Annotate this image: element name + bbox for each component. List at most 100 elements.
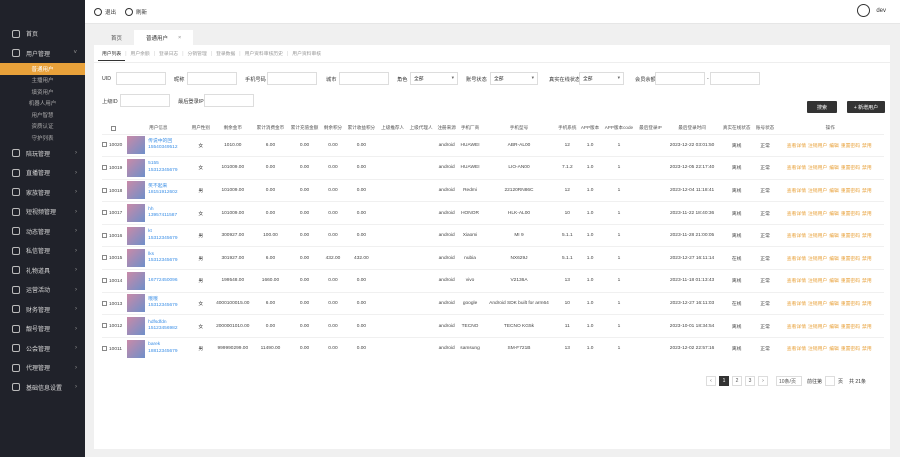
sidebar-subitem[interactable]: 填资用户 xyxy=(0,86,85,98)
action-link[interactable]: 查看详情 xyxy=(787,347,806,352)
action-link[interactable]: 编辑 xyxy=(829,212,839,217)
action-link[interactable]: 注销用户 xyxy=(808,189,827,194)
uid-input[interactable] xyxy=(116,72,166,85)
logout-button[interactable]: 退出 xyxy=(94,7,116,16)
action-link[interactable]: 注销用户 xyxy=(808,257,827,262)
sidebar-subitem[interactable]: 用户智慧 xyxy=(0,109,85,121)
action-link[interactable]: 重置密码 xyxy=(841,325,860,330)
sidebar-item[interactable]: 礼物道具 › xyxy=(0,261,85,281)
action-link[interactable]: 注销用户 xyxy=(808,279,827,284)
action-link[interactable]: 查看详情 xyxy=(787,189,806,194)
action-link[interactable]: 注销用户 xyxy=(808,212,827,217)
action-link[interactable]: 禁用 xyxy=(862,212,872,217)
subnav-tab[interactable]: 登录数据 xyxy=(212,50,239,57)
action-link[interactable]: 禁用 xyxy=(862,257,872,262)
sidebar-item[interactable]: 短视频管理 › xyxy=(0,202,85,222)
subnav-tab[interactable]: 用户余额 xyxy=(127,50,154,57)
row-checkbox[interactable] xyxy=(102,232,107,238)
sidebar-item[interactable]: 私信管理 › xyxy=(0,241,85,261)
action-link[interactable]: 查看详情 xyxy=(787,302,806,307)
sidebar-item[interactable]: 首页 xyxy=(0,24,85,44)
row-checkbox[interactable] xyxy=(102,323,107,329)
action-link[interactable]: 重置密码 xyxy=(841,257,860,262)
action-link[interactable]: 编辑 xyxy=(829,279,839,284)
select-all-checkbox[interactable] xyxy=(111,125,117,131)
action-link[interactable]: 注销用户 xyxy=(808,325,827,330)
tab-home[interactable]: 首页 xyxy=(99,30,134,45)
action-link[interactable]: 禁用 xyxy=(862,189,872,194)
sidebar-subitem[interactable]: 主播用户 xyxy=(0,75,85,87)
page-1-button[interactable]: 1 xyxy=(719,376,729,386)
nickname-input[interactable] xyxy=(187,72,237,85)
balance-max-input[interactable] xyxy=(710,72,760,85)
city-input[interactable] xyxy=(339,72,389,85)
action-link[interactable]: 重置密码 xyxy=(841,234,860,239)
close-icon[interactable]: × xyxy=(178,35,181,41)
action-link[interactable]: 查看详情 xyxy=(787,144,806,149)
action-link[interactable]: 重置密码 xyxy=(841,212,860,217)
subnav-tab[interactable]: 分销管理 xyxy=(184,50,211,57)
action-link[interactable]: 禁用 xyxy=(862,166,872,171)
action-link[interactable]: 注销用户 xyxy=(808,144,827,149)
action-link[interactable]: 查看详情 xyxy=(787,279,806,284)
action-link[interactable]: 禁用 xyxy=(862,144,872,149)
action-link[interactable]: 禁用 xyxy=(862,347,872,352)
action-link[interactable]: 编辑 xyxy=(829,234,839,239)
subnav-tab[interactable]: 用户列表 xyxy=(98,50,126,61)
row-checkbox[interactable] xyxy=(102,277,107,283)
action-link[interactable]: 禁用 xyxy=(862,325,872,330)
action-link[interactable]: 禁用 xyxy=(862,234,872,239)
action-link[interactable]: 重置密码 xyxy=(841,347,860,352)
sidebar-item[interactable]: 靓号管理 › xyxy=(0,319,85,339)
sidebar-item[interactable]: 公会管理 › xyxy=(0,339,85,359)
action-link[interactable]: 编辑 xyxy=(829,189,839,194)
online-status-select[interactable]: 全部 xyxy=(579,72,624,85)
sidebar-subitem[interactable]: 机器人用户 xyxy=(0,98,85,110)
search-button[interactable]: 搜索 xyxy=(807,101,837,113)
refresh-button[interactable]: 刷新 xyxy=(125,7,147,16)
action-link[interactable]: 禁用 xyxy=(862,302,872,307)
role-select[interactable]: 全部 xyxy=(410,72,458,85)
add-user-button[interactable]: + 新增用户 xyxy=(847,101,885,113)
sidebar-subitem[interactable]: 守护列表 xyxy=(0,132,85,144)
parent-id-input[interactable] xyxy=(120,94,170,107)
prev-page-button[interactable]: ‹ xyxy=(706,376,716,386)
action-link[interactable]: 查看详情 xyxy=(787,234,806,239)
action-link[interactable]: 注销用户 xyxy=(808,166,827,171)
row-checkbox[interactable] xyxy=(102,142,107,148)
subnav-tab[interactable]: 登录日志 xyxy=(155,50,182,57)
row-checkbox[interactable] xyxy=(102,346,107,351)
sidebar-item[interactable]: 陪玩管理 › xyxy=(0,144,85,164)
last-ip-input[interactable] xyxy=(204,94,254,107)
action-link[interactable]: 查看详情 xyxy=(787,325,806,330)
action-link[interactable]: 编辑 xyxy=(829,166,839,171)
page-2-button[interactable]: 2 xyxy=(732,376,742,386)
balance-min-input[interactable] xyxy=(655,72,705,85)
sidebar-item[interactable]: 财务管理 › xyxy=(0,300,85,320)
sidebar-item[interactable]: 代理管理 › xyxy=(0,358,85,378)
action-link[interactable]: 编辑 xyxy=(829,347,839,352)
action-link[interactable]: 编辑 xyxy=(829,325,839,330)
sidebar-subitem[interactable]: 普通用户 xyxy=(0,63,85,75)
action-link[interactable]: 注销用户 xyxy=(808,347,827,352)
page-3-button[interactable]: 3 xyxy=(745,376,755,386)
goto-page-input[interactable] xyxy=(825,376,836,386)
action-link[interactable]: 重置密码 xyxy=(841,189,860,194)
sidebar-subitem[interactable]: 资质认证 xyxy=(0,121,85,133)
sidebar-item[interactable]: 运营活动 › xyxy=(0,280,85,300)
action-link[interactable]: 编辑 xyxy=(829,257,839,262)
phone-input[interactable] xyxy=(267,72,317,85)
sidebar-item[interactable]: 直播管理 › xyxy=(0,163,85,183)
action-link[interactable]: 重置密码 xyxy=(841,144,860,149)
account-status-select[interactable]: 全部 xyxy=(490,72,538,85)
sidebar-item[interactable]: 用户管理 ˅ xyxy=(0,44,85,64)
row-checkbox[interactable] xyxy=(102,300,107,306)
action-link[interactable]: 注销用户 xyxy=(808,234,827,239)
tab-normal-users[interactable]: 普通用户 × xyxy=(134,30,194,45)
action-link[interactable]: 查看详情 xyxy=(787,166,806,171)
row-checkbox[interactable] xyxy=(102,210,107,216)
action-link[interactable]: 重置密码 xyxy=(841,279,860,284)
action-link[interactable]: 查看详情 xyxy=(787,212,806,217)
subnav-tab[interactable]: 用户资料审核历史 xyxy=(241,50,287,57)
action-link[interactable]: 禁用 xyxy=(862,279,872,284)
